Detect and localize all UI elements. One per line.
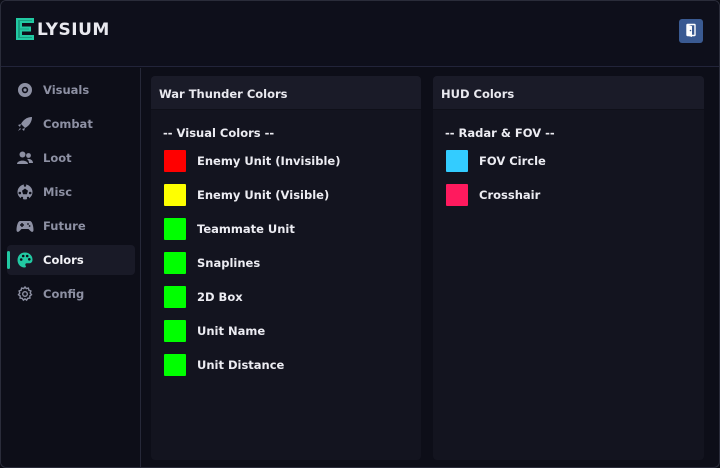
sidebar-item-misc[interactable]: Misc <box>7 177 135 207</box>
color-swatch[interactable] <box>164 184 186 206</box>
color-label: Unit Name <box>197 324 266 338</box>
logout-button[interactable] <box>679 19 703 43</box>
door-exit-icon <box>684 22 698 41</box>
color-row-unit-name: Unit Name <box>164 320 404 342</box>
color-swatch[interactable] <box>164 218 186 240</box>
section-label: -- Radar & FOV -- <box>445 126 555 140</box>
sidebar-item-label: Config <box>43 287 85 301</box>
sidebar-item-label: Misc <box>43 185 73 199</box>
color-row-enemy-invisible: Enemy Unit (Invisible) <box>164 150 404 172</box>
app-logo: LYSIUM <box>14 16 110 42</box>
palette-icon <box>16 251 34 269</box>
color-label: Snaplines <box>197 256 261 270</box>
sidebar-item-label: Colors <box>43 253 84 267</box>
panel-header: HUD Colors <box>433 76 704 110</box>
gamepad-icon <box>16 217 34 235</box>
logo-e-icon <box>14 16 36 42</box>
color-row-fov-circle: FOV Circle <box>446 150 686 172</box>
panel-header: War Thunder Colors <box>151 76 421 110</box>
color-label: Teammate Unit <box>197 222 295 236</box>
sidebar-item-visuals[interactable]: Visuals <box>7 75 135 105</box>
color-swatch[interactable] <box>446 184 468 206</box>
soccer-ball-icon <box>16 183 34 201</box>
sidebar-item-label: Visuals <box>43 83 90 97</box>
logo-text: LYSIUM <box>37 19 110 40</box>
color-row-snaplines: Snaplines <box>164 252 404 274</box>
color-swatch[interactable] <box>446 150 468 172</box>
app-window: LYSIUM Visuals Combat Loot Misc Future C… <box>0 0 720 468</box>
color-swatch[interactable] <box>164 286 186 308</box>
sidebar-item-config[interactable]: Config <box>7 279 135 309</box>
hud-colors-panel: HUD Colors -- Radar & FOV -- FOV Circle … <box>433 76 704 460</box>
color-label: 2D Box <box>197 290 243 304</box>
section-label: -- Visual Colors -- <box>163 126 275 140</box>
gear-icon <box>16 285 34 303</box>
header-bar: LYSIUM <box>1 1 719 67</box>
sidebar-item-label: Future <box>43 219 86 233</box>
sidebar: Visuals Combat Loot Misc Future Colors C… <box>1 68 141 467</box>
panel-title: HUD Colors <box>441 87 515 101</box>
sidebar-item-loot[interactable]: Loot <box>7 143 135 173</box>
color-label: Enemy Unit (Visible) <box>197 188 330 202</box>
color-swatch[interactable] <box>164 252 186 274</box>
color-row-enemy-visible: Enemy Unit (Visible) <box>164 184 404 206</box>
sidebar-item-combat[interactable]: Combat <box>7 109 135 139</box>
eye-icon <box>16 81 34 99</box>
sidebar-item-label: Combat <box>43 117 93 131</box>
sidebar-item-label: Loot <box>43 151 72 165</box>
color-row-unit-distance: Unit Distance <box>164 354 404 376</box>
rocket-icon <box>16 115 34 133</box>
color-row-crosshair: Crosshair <box>446 184 686 206</box>
users-icon <box>16 149 34 167</box>
sidebar-item-colors[interactable]: Colors <box>7 245 135 275</box>
war-thunder-colors-panel: War Thunder Colors -- Visual Colors -- E… <box>151 76 421 460</box>
panel-title: War Thunder Colors <box>159 87 288 101</box>
color-swatch[interactable] <box>164 150 186 172</box>
sidebar-item-future[interactable]: Future <box>7 211 135 241</box>
color-row-teammate: Teammate Unit <box>164 218 404 240</box>
color-label: FOV Circle <box>479 154 546 168</box>
color-label: Enemy Unit (Invisible) <box>197 154 341 168</box>
color-label: Unit Distance <box>197 358 285 372</box>
color-swatch[interactable] <box>164 320 186 342</box>
color-row-2d-box: 2D Box <box>164 286 404 308</box>
color-swatch[interactable] <box>164 354 186 376</box>
color-label: Crosshair <box>479 188 541 202</box>
